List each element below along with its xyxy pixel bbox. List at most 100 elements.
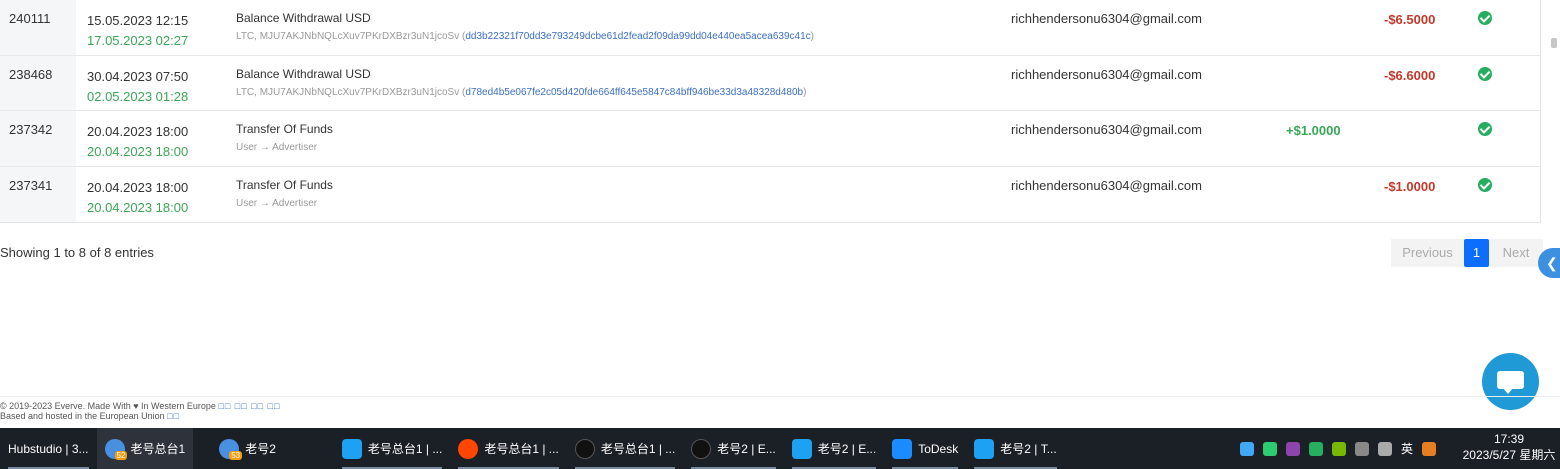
transaction-id: 238468 [0, 55, 76, 110]
date-completed: 20.04.2023 18:00 [87, 199, 189, 215]
tray-app-icon[interactable] [1240, 441, 1254, 456]
transaction-title: Transfer Of Funds [236, 177, 333, 192]
footer-eu-link[interactable]: □□ [167, 411, 180, 421]
tx-hash-link[interactable]: dd3b22321f70dd3e793249dcbe61d2fead2f09da… [465, 31, 810, 42]
page-scrollbar[interactable] [1548, 0, 1560, 60]
taskbar-label: ToDesk [918, 441, 959, 456]
details-suffix: ) [803, 86, 807, 98]
scrollbar-thumb[interactable] [1551, 38, 1557, 48]
transaction-details: LTC, MJU7AKJNbNQLcXuv7PKrDXBzr3uN1jcoSv … [236, 87, 806, 98]
credit-amount: +$1.0000 [1286, 123, 1341, 138]
taskbar-label: Hubstudio | 3... [8, 441, 89, 456]
tray-app-icon[interactable] [1263, 441, 1277, 456]
dates-cell: 15.05.2023 12:15 17.05.2023 02:27 [87, 11, 188, 51]
debit-amount: -$1.0000 [1384, 178, 1436, 194]
transaction-details: User → Advertiser [236, 142, 318, 153]
taskbar-item-browser-1[interactable]: 52 老号总台1 [96, 428, 194, 469]
footer-language-links[interactable]: □□ □□ □□ □□ [218, 401, 280, 411]
todesk-icon [892, 438, 913, 459]
previous-page-button[interactable]: Previous [1391, 239, 1464, 267]
description-cell: Transfer Of Funds User → Advertiser [236, 121, 333, 153]
user-email: richhendersonu6304@gmail.com [1011, 122, 1202, 137]
tiktok-icon [574, 438, 595, 459]
user-email: richhendersonu6304@gmail.com [1011, 177, 1202, 193]
pagination: Previous 1 Next [1391, 239, 1543, 267]
debit-amount: -$6.5000 [1384, 12, 1436, 27]
description-cell: Transfer Of Funds User → Advertiser [236, 177, 333, 209]
taskbar-item-twitter-1[interactable]: 老号总台1 | ... [334, 428, 450, 469]
nvidia-icon[interactable] [1332, 441, 1346, 456]
date-completed: 20.04.2023 18:00 [87, 144, 189, 159]
footer-copyright: © 2019-2023 Everve. Made With ♥ In Weste… [0, 401, 216, 411]
taskbar-label: 老号总台1 [130, 442, 186, 456]
debit-amount: -$6.6000 [1384, 67, 1436, 83]
tx-hash-link[interactable]: d78ed4b5e067fe2c05d420fde664ff645e5847c8… [465, 87, 803, 98]
clock-time: 17:39 [1493, 432, 1525, 446]
table-row: 237342 20.04.2023 18:00 20.04.2023 18:00… [0, 111, 1540, 167]
description-cell: Balance Withdrawal USD LTC, MJU7AKJNbNQL… [236, 66, 806, 98]
check-circle-icon [1478, 177, 1492, 192]
taskbar-label: 老号总台1 | ... [367, 442, 443, 456]
page-1-button[interactable]: 1 [1464, 239, 1489, 267]
taskbar-label: 老号2 | E... [717, 442, 776, 456]
transactions-table: 240111 15.05.2023 12:15 17.05.2023 02:27… [0, 0, 1541, 223]
taskbar-item-hubstudio[interactable]: Hubstudio | 3... [0, 428, 97, 469]
date-created: 30.04.2023 07:50 [87, 68, 189, 84]
sogou-input-icon[interactable] [1422, 441, 1437, 456]
transaction-details: LTC, MJU7AKJNbNQLcXuv7PKrDXBzr3uN1jcoSv … [236, 31, 814, 42]
taskbar-item-browser-2[interactable]: 53 老号2 [211, 428, 284, 469]
date-created: 15.05.2023 12:15 [87, 13, 189, 28]
check-circle-icon [1478, 11, 1492, 25]
chevron-left-icon[interactable]: ❮ [1538, 248, 1560, 278]
system-clock[interactable]: 17:39 2023/5/27 星期六 [1458, 431, 1560, 463]
windows-taskbar: Hubstudio | 3... 52 老号总台1 53 老号2 老号总台1 | .… [0, 428, 1560, 469]
dates-cell: 30.04.2023 07:50 02.05.2023 01:28 [87, 67, 188, 107]
dates-cell: 20.04.2023 18:00 20.04.2023 18:00 [87, 122, 188, 162]
taskbar-item-tiktok-1[interactable]: 老号总台1 | ... [567, 428, 683, 469]
taskbar-label: 老号2 | E... [817, 442, 877, 456]
table-row: 238468 30.04.2023 07:50 02.05.2023 01:28… [0, 55, 1540, 111]
user-email: richhendersonu6304@gmail.com [1011, 66, 1202, 82]
chat-bubble-icon [1497, 371, 1524, 394]
taskbar-item-twitter-2[interactable]: 老号2 | E... [784, 428, 884, 469]
tray-app-icon[interactable] [1286, 441, 1300, 456]
footer: © 2019-2023 Everve. Made With ♥ In Weste… [0, 401, 280, 421]
taskbar-label: 老号2 [245, 442, 276, 456]
twitter-icon [974, 438, 995, 459]
description-cell: Balance Withdrawal USD LTC, MJU7AKJNbNQL… [236, 10, 814, 42]
network-icon[interactable] [1378, 441, 1392, 456]
taskbar-item-todesk[interactable]: ToDesk [884, 428, 966, 469]
tray-app-icon[interactable] [1309, 441, 1323, 456]
taskbar-item-twitter-3[interactable]: 老号2 | T... [966, 428, 1064, 469]
taskbar-label: 老号总台1 | ... [600, 442, 676, 456]
transaction-id: 237341 [0, 166, 76, 222]
table-row: 237341 20.04.2023 18:00 20.04.2023 18:00… [0, 166, 1540, 222]
user-email: richhendersonu6304@gmail.com [1011, 11, 1202, 26]
taskbar-item-tiktok-2[interactable]: 老号2 | E... [683, 428, 783, 469]
next-page-button[interactable]: Next [1489, 239, 1543, 267]
clock-date: 2023/5/27 星期六 [1462, 448, 1556, 462]
dates-cell: 20.04.2023 18:00 20.04.2023 18:00 [87, 178, 188, 218]
profile-badge: 52 [114, 451, 128, 460]
ime-language-indicator[interactable]: 英 [1401, 440, 1413, 457]
footer-hosting-note: Based and hosted in the European Union [0, 411, 165, 421]
twitter-icon [341, 438, 362, 459]
date-created: 20.04.2023 18:00 [87, 179, 189, 195]
check-circle-icon [1478, 66, 1492, 81]
footer-divider [0, 396, 1560, 397]
transaction-title: Balance Withdrawal USD [236, 11, 371, 25]
details-suffix: ) [810, 31, 815, 42]
taskbar-label: 老号总台1 | ... [484, 442, 559, 456]
reddit-icon [458, 438, 479, 459]
details-prefix: LTC, MJU7AKJNbNQLcXuv7PKrDXBzr3uN1jcoSv … [236, 31, 466, 42]
taskbar-item-reddit[interactable]: 老号总台1 | ... [450, 428, 566, 469]
profile-badge: 53 [229, 451, 243, 460]
check-circle-icon [1478, 122, 1492, 136]
tiktok-icon [691, 438, 712, 459]
volume-muted-icon[interactable] [1355, 441, 1369, 456]
transaction-id: 237342 [0, 111, 76, 166]
entries-info: Showing 1 to 8 of 8 entries [0, 245, 154, 260]
chat-widget-button[interactable] [1482, 353, 1539, 410]
transaction-id: 240111 [0, 0, 76, 55]
transaction-title: Transfer Of Funds [236, 122, 333, 136]
